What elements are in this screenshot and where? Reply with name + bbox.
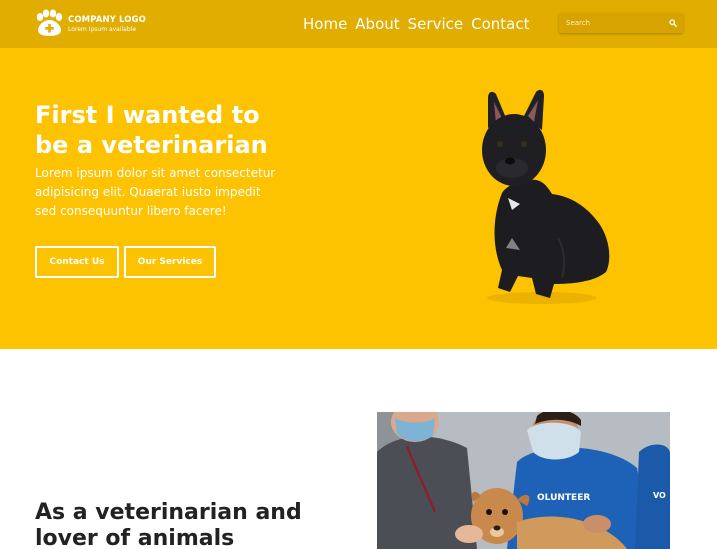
paw-logo-icon[interactable] <box>34 9 64 37</box>
nav-contact[interactable]: Contact <box>471 13 529 35</box>
nav-service[interactable]: Service <box>408 13 463 35</box>
logo-title: COMPANY LOGO <box>68 15 146 25</box>
nav-home[interactable]: Home <box>303 13 347 35</box>
hero-title-line-2: be a veterinarian <box>35 131 268 159</box>
photo-shirt-text-1: OLUNTEER <box>537 493 590 503</box>
contact-us-button[interactable]: Contact Us <box>35 246 119 278</box>
hero-section: First I wanted to be a veterinarian Lore… <box>0 48 717 349</box>
search-button[interactable] <box>663 13 683 33</box>
nav-about[interactable]: About <box>355 13 399 35</box>
photo-shirt-text-2: VO <box>653 491 666 500</box>
about-title: As a veterinarian and lover of animals <box>35 500 302 549</box>
search-box <box>559 13 683 33</box>
logo-subtitle: Lorem Ipsum available <box>68 26 137 33</box>
veterinarians-photo: OLUNTEER VO <box>377 412 670 549</box>
search-input[interactable] <box>559 13 663 33</box>
french-bulldog-image <box>482 89 610 304</box>
header: COMPANY LOGO Lorem Ipsum available Home … <box>0 0 717 48</box>
hero-title-line-1: First I wanted to <box>35 101 260 129</box>
hero-title: First I wanted to be a veterinarian <box>35 100 315 160</box>
main-nav: Home About Service Contact <box>303 13 529 35</box>
search-icon <box>669 19 677 27</box>
our-services-button[interactable]: Our Services <box>124 246 216 278</box>
hero-text: Lorem ipsum dolor sit amet consectetur a… <box>35 166 276 218</box>
veterinarians-photo-art: OLUNTEER VO <box>377 412 670 549</box>
